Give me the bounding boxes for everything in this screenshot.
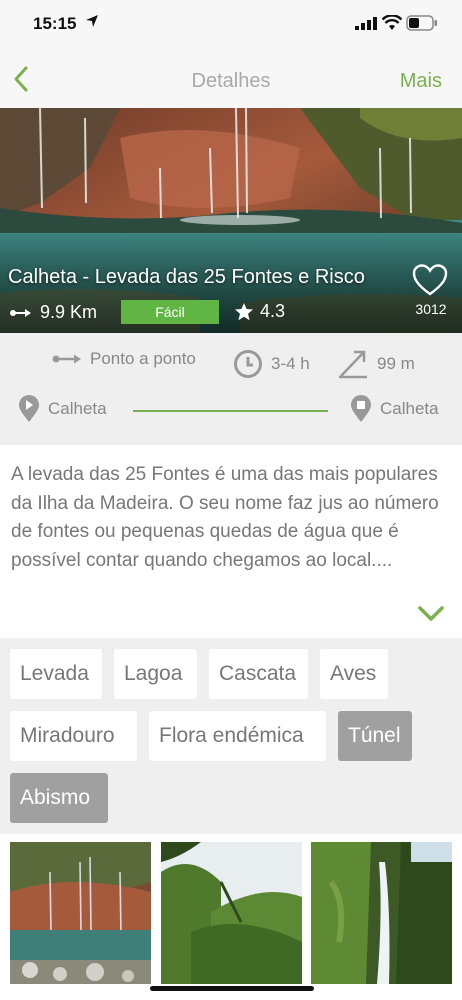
gallery-photo[interactable]: [161, 842, 302, 984]
elevation-value: 99 m: [377, 354, 415, 373]
duration: 3-4 h: [233, 349, 310, 379]
tag-abismo[interactable]: Abismo: [10, 773, 108, 823]
likes-count: 3012: [415, 301, 447, 317]
distance: 9.9 Km: [10, 302, 97, 323]
duration-value: 3-4 h: [271, 354, 310, 373]
end-pin-icon: [351, 395, 371, 422]
navigation-bar: Detalhes Mais: [0, 50, 462, 108]
tag-levada[interactable]: Levada: [10, 649, 102, 699]
route-type: Ponto a ponto: [52, 349, 196, 369]
battery-icon: [406, 15, 437, 31]
gallery-photo[interactable]: [10, 842, 151, 984]
tag-aves[interactable]: Aves: [320, 649, 388, 699]
expand-chevron-icon[interactable]: [417, 605, 445, 623]
elevation-icon: [339, 350, 367, 379]
tag-cascata[interactable]: Cascata: [209, 649, 308, 699]
distance-value: 9.9 Km: [40, 302, 98, 322]
start-label: Calheta: [48, 399, 107, 418]
gallery-photo[interactable]: [311, 842, 452, 984]
elevation: 99 m: [337, 349, 415, 379]
clock-icon: [234, 350, 262, 378]
end-label: Calheta: [380, 399, 439, 418]
heart-icon[interactable]: [412, 264, 448, 296]
waterfall-pool-thumbnail: [10, 842, 151, 984]
valley-thumbnail: [161, 842, 302, 984]
waterfall-lagoon-photo: [0, 108, 462, 333]
tag-miradouro[interactable]: Miradouro: [10, 711, 137, 761]
start-point: Calheta: [18, 395, 107, 423]
trail-name: Calheta - Levada das 25 Fontes e Risco: [8, 266, 365, 288]
status-time: 15:15: [33, 14, 77, 33]
status-bar: 15:15: [0, 0, 462, 50]
rating: 4.3: [234, 301, 285, 322]
tag-flora-endemica[interactable]: Flora endémica: [149, 711, 326, 761]
wifi-icon: [382, 15, 402, 30]
page-title: Detalhes: [191, 70, 271, 92]
more-button[interactable]: Mais: [400, 70, 442, 93]
description-card: A levada das 25 Fontes é uma das mais po…: [0, 445, 462, 638]
description-text: A levada das 25 Fontes é uma das mais po…: [11, 464, 439, 571]
route-type-label: Ponto a ponto: [90, 349, 196, 368]
trail-info: Ponto a ponto 3-4 h 99 m Calheta Calheta: [0, 333, 462, 445]
tag-lagoa[interactable]: Lagoa: [114, 649, 197, 699]
hero-image: Calheta - Levada das 25 Fontes e Risco 9…: [0, 108, 462, 333]
home-indicator: [150, 986, 314, 991]
photo-gallery: [0, 834, 462, 1000]
location-arrow-icon: [86, 15, 98, 27]
route-line: [133, 410, 328, 412]
end-point: Calheta: [350, 395, 439, 423]
distance-arrow-icon: [10, 308, 31, 317]
tag-tunel[interactable]: Túnel: [338, 711, 412, 761]
difficulty-badge: Fácil: [121, 300, 219, 324]
star-icon: [235, 302, 253, 320]
route-type-arrow-icon: [52, 354, 81, 364]
tall-waterfall-thumbnail: [311, 842, 452, 984]
tags-section: Levada Lagoa Cascata Aves Miradouro Flor…: [0, 638, 462, 834]
rating-value: 4.3: [260, 301, 286, 321]
start-pin-icon: [19, 395, 39, 422]
cellular-signal-icon: [355, 17, 377, 30]
